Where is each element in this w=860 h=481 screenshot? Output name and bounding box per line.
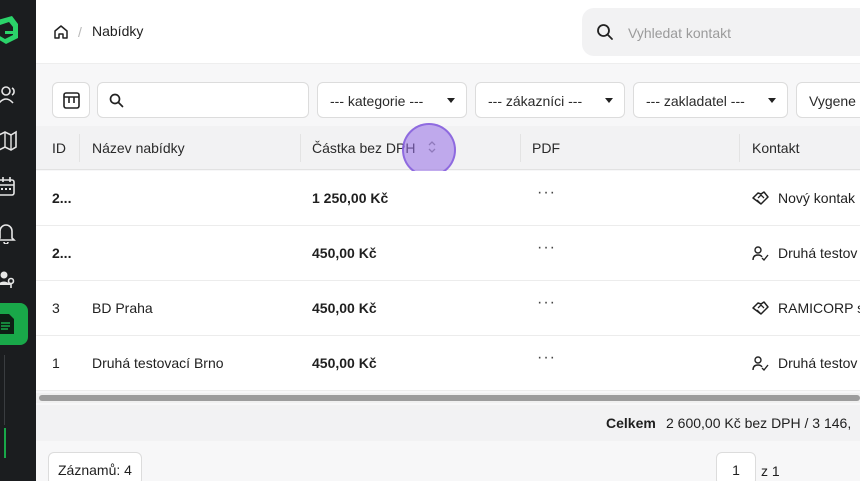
- cell-amount: 450,00 Kč: [312, 245, 377, 261]
- page-input[interactable]: 1: [716, 452, 756, 481]
- breadcrumb-separator: /: [78, 24, 82, 40]
- table-row[interactable]: 3 BD Praha 450,00 Kč ··· RAMICORP s: [36, 281, 860, 336]
- table-search[interactable]: [97, 82, 309, 118]
- column-divider: [739, 134, 740, 162]
- cell-contact[interactable]: Druhá testov: [778, 355, 857, 371]
- more-actions-button[interactable]: ···: [537, 349, 556, 367]
- table-row[interactable]: 2... 450,00 Kč ··· Druhá testov: [36, 226, 860, 281]
- records-count: Záznamů: 4: [48, 452, 142, 481]
- handshake-icon: [752, 191, 769, 205]
- columns-button[interactable]: [52, 82, 90, 118]
- sidebar-divider: [4, 355, 5, 425]
- scrollbar-thumb[interactable]: [39, 395, 860, 401]
- column-divider: [520, 134, 521, 162]
- cell-amount: 1 250,00 Kč: [312, 190, 389, 206]
- column-header-id[interactable]: ID: [52, 140, 66, 156]
- column-divider: [300, 134, 301, 162]
- table-search-input[interactable]: [132, 91, 302, 111]
- totals-value: 2 600,00 Kč bez DPH / 3 146,: [666, 415, 852, 431]
- contacts-icon[interactable]: [0, 84, 18, 106]
- more-actions-button[interactable]: ···: [537, 294, 556, 312]
- calendar-icon[interactable]: [0, 176, 18, 198]
- contact-search-input[interactable]: [628, 22, 860, 44]
- more-actions-button[interactable]: ···: [537, 239, 556, 257]
- handshake-icon: [752, 301, 769, 315]
- records-count-label: Záznamů: 4: [58, 462, 132, 478]
- breadcrumb-current[interactable]: Nabídky: [92, 23, 143, 39]
- column-header-amount[interactable]: Částka bez DPH: [312, 140, 415, 156]
- click-indicator: [402, 123, 456, 177]
- customers-select-value: --- zákazníci ---: [488, 93, 583, 109]
- page-input-value: 1: [732, 462, 740, 478]
- sidebar-indicator: [4, 428, 6, 458]
- cell-amount: 450,00 Kč: [312, 300, 377, 316]
- contact-search[interactable]: [582, 8, 860, 56]
- cell-contact[interactable]: RAMICORP s: [778, 300, 860, 316]
- table-header: ID Název nabídky Částka bez DPH PDF Kont…: [36, 123, 860, 177]
- page-total: z 1: [761, 463, 780, 479]
- totals-label: Celkem: [606, 415, 656, 431]
- cell-id: 1: [52, 355, 60, 371]
- search-icon: [109, 93, 124, 108]
- user-check-icon: [752, 356, 769, 372]
- generated-select-value: Vygene: [809, 93, 856, 109]
- document-icon: [0, 314, 14, 334]
- columns-icon: [63, 92, 80, 109]
- chevron-down-icon: [605, 98, 613, 103]
- user-check-icon: [752, 246, 769, 262]
- chevron-down-icon: [447, 98, 455, 103]
- sidebar-item-offers[interactable]: [0, 303, 28, 345]
- category-select[interactable]: --- kategorie ---: [317, 82, 467, 118]
- column-divider: [79, 134, 80, 162]
- bell-icon[interactable]: [0, 222, 18, 244]
- cell-id: 2...: [52, 190, 72, 206]
- cell-name: Druhá testovací Brno: [92, 355, 224, 371]
- app-logo[interactable]: [0, 16, 20, 46]
- chevron-down-icon: [768, 98, 776, 103]
- column-header-pdf[interactable]: PDF: [532, 140, 560, 156]
- table-row[interactable]: 1 Druhá testovací Brno 450,00 Kč ··· Dru…: [36, 336, 860, 391]
- founder-select[interactable]: --- zakladatel ---: [633, 82, 788, 118]
- generated-select[interactable]: Vygene: [796, 82, 860, 118]
- cell-id: 3: [52, 300, 60, 316]
- sidebar: [0, 0, 36, 481]
- users-key-icon[interactable]: [0, 268, 18, 290]
- column-header-name[interactable]: Název nabídky: [92, 140, 185, 156]
- main-content: --- kategorie --- --- zákazníci --- --- …: [36, 64, 860, 481]
- cell-name: BD Praha: [92, 300, 153, 316]
- founder-select-value: --- zakladatel ---: [646, 93, 745, 109]
- cell-amount: 450,00 Kč: [312, 355, 377, 371]
- column-header-contact[interactable]: Kontakt: [752, 140, 799, 156]
- table-row[interactable]: 2... 1 250,00 Kč ··· Nový kontak: [36, 171, 860, 226]
- cell-contact[interactable]: Druhá testov: [778, 245, 857, 261]
- horizontal-scrollbar[interactable]: [36, 393, 860, 403]
- customers-select[interactable]: --- zákazníci ---: [475, 82, 625, 118]
- cell-contact[interactable]: Nový kontak: [778, 190, 855, 206]
- home-icon[interactable]: [53, 24, 69, 40]
- totals-bar: Celkem 2 600,00 Kč bez DPH / 3 146,: [36, 405, 860, 441]
- top-header: / Nabídky: [36, 0, 860, 64]
- cell-id: 2...: [52, 245, 72, 261]
- map-icon[interactable]: [0, 130, 18, 152]
- search-icon: [597, 24, 613, 40]
- more-actions-button[interactable]: ···: [537, 184, 556, 202]
- category-select-value: --- kategorie ---: [330, 93, 424, 109]
